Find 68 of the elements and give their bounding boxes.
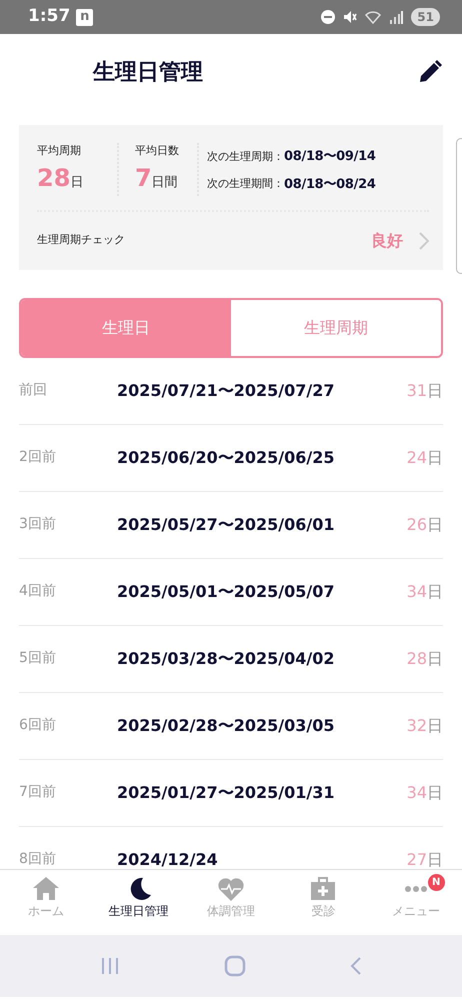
cycle-days: 24: [406, 446, 427, 470]
unit-label: 日: [427, 714, 443, 736]
period-label: 6回前: [19, 716, 57, 735]
average-cycle-value: 28: [37, 164, 70, 192]
period-label: 2回前: [19, 448, 57, 467]
unit-label: 日: [427, 580, 443, 602]
period-dates: 2025/07/21〜2025/07/27: [117, 380, 336, 402]
notification-icon: n: [76, 8, 94, 26]
do-not-disturb-icon: [321, 10, 336, 24]
recent-apps-icon[interactable]: [100, 956, 120, 974]
next-period-dates: 08/18〜09/14: [284, 148, 376, 166]
status-time: 1:57: [28, 5, 70, 28]
notification-badge: N: [428, 874, 445, 890]
cycle-check-result: 良好: [371, 230, 403, 252]
back-icon[interactable]: [350, 956, 362, 976]
medical-bag-icon: [309, 876, 338, 902]
period-dates: 2024/12/24: [117, 848, 219, 868]
unit-label: 日: [70, 174, 84, 190]
cycle-days: 31: [406, 378, 427, 402]
period-label: 3回前: [19, 515, 57, 534]
cycle-days: 27: [406, 848, 427, 868]
nav-tab[interactable]: 体調管理: [184, 870, 278, 934]
unit-label: 日: [427, 782, 443, 804]
period-dates: 2025/02/28〜2025/03/05: [117, 714, 336, 736]
segment-tab[interactable]: 生理日: [21, 300, 231, 356]
nav-tab[interactable]: 受診: [277, 870, 370, 934]
average-cycle-label: 平均周期: [37, 143, 82, 159]
cycle-days: 34: [406, 580, 427, 604]
period-label: 前回: [19, 381, 48, 400]
unit-label: 日: [427, 380, 443, 402]
unit-label: 日: [427, 446, 443, 468]
mute-icon: [343, 10, 358, 24]
nav-tab[interactable]: N メニュー: [370, 870, 462, 934]
wifi-icon: [365, 10, 382, 24]
unit-label: 日間: [152, 174, 178, 190]
cycle-days: 34: [406, 780, 427, 804]
battery-indicator: 51: [411, 8, 440, 26]
average-days-label: 平均日数: [135, 143, 180, 159]
edit-icon[interactable]: [418, 60, 442, 84]
next-period-label: 次の生理周期：: [207, 148, 284, 164]
average-days-value: 7: [135, 164, 152, 192]
nav-tab[interactable]: 生理日管理: [92, 870, 185, 934]
cycle-days: 26: [406, 512, 427, 536]
period-label: 8回前: [19, 850, 57, 868]
period-dates: 2025/01/27〜2025/01/31: [117, 782, 336, 804]
unit-label: 日: [427, 848, 443, 868]
cycle-days: 32: [406, 714, 427, 738]
period-label: 4回前: [19, 582, 57, 601]
unit-label: 日: [427, 648, 443, 670]
period-label: 5回前: [19, 649, 57, 668]
period-dates: 2025/05/01〜2025/05/07: [117, 580, 336, 602]
signal-icon: [389, 10, 404, 24]
period-dates: 2025/03/28〜2025/04/02: [117, 648, 336, 670]
home-icon: [32, 876, 60, 902]
chevron-right-icon[interactable]: [419, 232, 429, 250]
page-title: 生理日管理: [93, 58, 203, 86]
next-period-dates: 08/18〜08/24: [284, 176, 376, 194]
next-period-label: 次の生理期間：: [207, 176, 284, 192]
cycle-days: 28: [406, 646, 427, 670]
cycle-check-label: 生理周期チェック: [37, 232, 125, 248]
unit-label: 日: [427, 514, 443, 536]
heart-pulse-icon: [217, 876, 246, 902]
home-button-icon[interactable]: [224, 954, 246, 976]
nav-tab[interactable]: ホーム: [0, 870, 92, 934]
period-dates: 2025/06/20〜2025/06/25: [117, 446, 336, 468]
period-dates: 2025/05/27〜2025/06/01: [117, 514, 336, 536]
period-label: 7回前: [19, 783, 57, 802]
more-icon: [404, 886, 427, 892]
